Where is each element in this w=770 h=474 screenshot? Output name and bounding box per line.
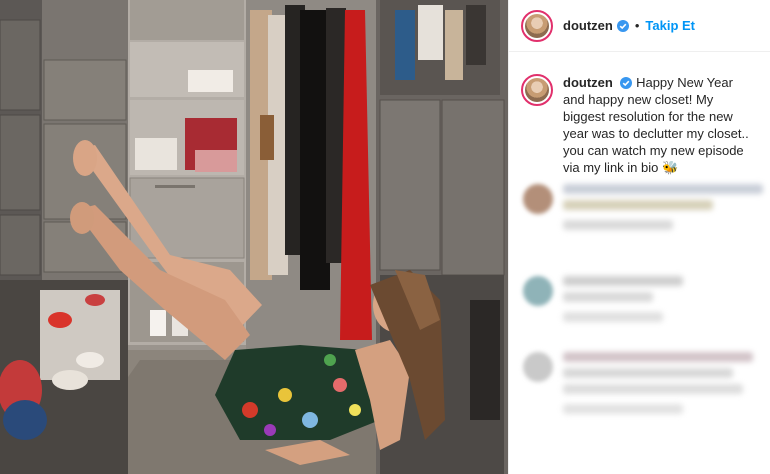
blurred-comment	[523, 184, 763, 236]
caption-username[interactable]: doutzen	[563, 75, 613, 90]
blurred-comment	[523, 276, 683, 328]
follow-button[interactable]: Takip Et	[645, 18, 695, 33]
username-link[interactable]: doutzen	[563, 18, 613, 33]
caption: doutzen Happy New Year and happy new clo…	[509, 52, 770, 176]
separator-dot: •	[634, 18, 640, 33]
post-photo[interactable]	[0, 0, 508, 474]
verified-badge-icon	[616, 19, 629, 32]
verified-badge-icon	[620, 77, 633, 89]
blurred-comment	[523, 352, 753, 420]
post-header: doutzen • Takip Et	[509, 0, 770, 52]
caption-avatar[interactable]	[521, 74, 553, 106]
closet-photo	[0, 0, 508, 474]
caption-text-block: doutzen Happy New Year and happy new clo…	[563, 74, 758, 176]
post-side-panel: doutzen • Takip Et doutzen Happy New Yea…	[508, 0, 770, 474]
caption-text: Happy New Year and happy new closet! My …	[563, 75, 749, 175]
avatar[interactable]	[521, 9, 553, 42]
